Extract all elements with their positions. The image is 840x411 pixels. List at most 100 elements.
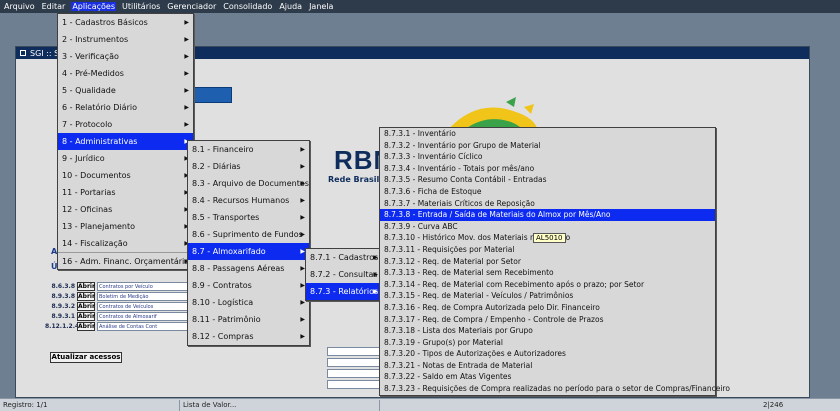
menu-item-label: 8.7 - Almoxarifado — [192, 247, 266, 256]
menu-item-passagens-aereas[interactable]: 8.8 - Passagens Aéreas ▶ — [188, 260, 309, 277]
menu-item-report[interactable]: 8.7.3.15 - Req. de Material - Veículos /… — [380, 290, 715, 302]
menu-item-label: 12 - Oficinas — [62, 205, 113, 214]
menu-item-label: 8.2 - Diárias — [192, 162, 241, 171]
status-bar: Registro: 1/1 Lista de Valor... 2|246 — [0, 398, 840, 411]
submenu-arrow-icon: ▶ — [373, 288, 378, 295]
menu-item-cadastros-basicos[interactable]: 1 - Cadastros Básicos ▶ — [58, 14, 193, 31]
menu-item-report[interactable]: 8.7.3.19 - Grupo(s) por Material — [380, 337, 715, 349]
menu-gerenciador[interactable]: Gerenciador — [166, 2, 217, 11]
menu-item-oficinas[interactable]: 12 - Oficinas▶ — [58, 201, 193, 218]
menu-item-report[interactable]: 8.7.3.17 - Req. de Compra / Empenho - Co… — [380, 314, 715, 326]
menu-item-adm-financ[interactable]: 16 - Adm. Financ. Orçamentária▶ — [58, 252, 193, 269]
menu-item-report[interactable]: 8.7.3.5 - Resumo Conta Contábil - Entrad… — [380, 174, 715, 186]
menu-item-report-selected[interactable]: 8.7.3.8 - Entrada / Saída de Materiais d… — [380, 209, 715, 221]
applications-menu: 1 - Cadastros Básicos ▶ 2 - Instrumentos ▶… — [57, 13, 194, 270]
menu-item-arquivo-documentos[interactable]: 8.3 - Arquivo de Documentos ▶ — [188, 175, 309, 192]
menu-item-label: 11 - Portarias — [62, 188, 116, 197]
menu-item-documentos[interactable]: 10 - Documentos▶ — [58, 167, 193, 184]
menu-item-transportes[interactable]: 8.5 - Transportes ▶ — [188, 209, 309, 226]
open-button[interactable]: Abrir — [77, 291, 95, 301]
submenu-arrow-icon: ▶ — [300, 316, 305, 323]
menu-item-report[interactable]: 8.7.3.22 - Saldo em Atas Vigentes — [380, 371, 715, 383]
menu-item-report[interactable]: 8.7.3.14 - Req. de Material com Recebime… — [380, 279, 715, 291]
menu-ajuda[interactable]: Ajuda — [278, 2, 303, 11]
menu-item-label: 6 - Relatório Diário — [62, 103, 137, 112]
app-icon — [19, 49, 27, 57]
menu-item-report[interactable]: 8.7.3.20 - Tipos de Autorizações e Autor… — [380, 348, 715, 360]
menu-item-administrativas[interactable]: 8 - Administrativas▶ — [58, 133, 193, 150]
menu-item-report[interactable]: 8.7.3.16 - Req. de Compra Autorizada pel… — [380, 302, 715, 314]
open-button[interactable]: Abrir — [77, 321, 95, 331]
menu-item-label: 4 - Pré-Medidos — [62, 69, 124, 78]
menu-item-relatorios[interactable]: 8.7.3 - Relatórios ▶ — [306, 283, 382, 300]
menu-item-report[interactable]: 8.7.3.18 - Lista dos Materiais por Grupo — [380, 325, 715, 337]
menu-item-protocolo[interactable]: 7 - Protocolo ▶ — [58, 116, 193, 133]
menu-item-planejamento[interactable]: 13 - Planejamento▶ — [58, 218, 193, 235]
menu-item-instrumentos[interactable]: 2 - Instrumentos ▶ — [58, 31, 193, 48]
menu-item-report[interactable]: 8.7.3.23 - Requisições de Compra realiza… — [380, 383, 730, 395]
menu-janela[interactable]: Janela — [308, 2, 334, 11]
menu-item-report[interactable]: 8.7.3.7 - Materiais Críticos de Reposiçã… — [380, 198, 715, 210]
menu-item-label: 8.7.1 - Cadastros — [310, 253, 379, 262]
menu-item-portarias[interactable]: 11 - Portarias▶ — [58, 184, 193, 201]
menu-item-report[interactable]: 8.7.3.12 - Req. de Material por Setor — [380, 256, 715, 268]
menu-item-compras[interactable]: 8.12 - Compras ▶ — [188, 328, 309, 345]
open-button[interactable]: Abrir — [77, 311, 95, 321]
menu-item-patrimonio[interactable]: 8.11 - Patrimônio ▶ — [188, 311, 309, 328]
menu-item-report[interactable]: 8.7.3.4 - Inventário - Totais por mês/an… — [380, 163, 715, 175]
access-description: Análise de Contas Cont — [97, 321, 189, 331]
menu-item-verificacao[interactable]: 3 - Verificação ▶ — [58, 48, 193, 65]
menu-item-report[interactable]: 8.7.3.21 - Notas de Entrada de Material — [380, 360, 715, 372]
menu-item-report[interactable]: 8.7.3.2 - Inventário por Grupo de Materi… — [380, 140, 715, 152]
menu-item-report[interactable]: 8.7.3.11 - Requisições por Material — [380, 244, 715, 256]
relatorios-submenu: 8.7.3.1 - Inventário 8.7.3.2 - Inventári… — [379, 127, 730, 396]
submenu-arrow-icon: ▶ — [373, 271, 378, 278]
menu-item-contratos[interactable]: 8.9 - Contratos ▶ — [188, 277, 309, 294]
update-accesses-button[interactable]: Atualizar acessos — [50, 352, 122, 363]
open-button[interactable]: Abrir — [77, 281, 95, 291]
menu-arquivo[interactable]: Arquivo — [3, 2, 36, 11]
menu-item-report[interactable]: 8.7.3.3 - Inventário Cíclico — [380, 151, 715, 163]
menu-item-cadastros[interactable]: 8.7.1 - Cadastros ▶ — [306, 249, 382, 266]
access-code: 8.9.3.8 — [51, 292, 75, 300]
menu-item-recursos-humanos[interactable]: 8.4 - Recursos Humanos ▶ — [188, 192, 309, 209]
menu-item-almoxarifado[interactable]: 8.7 - Almoxarifado ▶ — [188, 243, 309, 260]
menu-item-label: 8.12 - Compras — [192, 332, 254, 341]
menu-item-label: 16 - Adm. Financ. Orçamentária — [62, 257, 190, 266]
menu-utilitarios[interactable]: Utilitários — [121, 2, 161, 11]
menu-item-pre-medidos[interactable]: 4 - Pré-Medidos ▶ — [58, 65, 193, 82]
almoxarifado-submenu: 8.7.1 - Cadastros ▶ 8.7.2 - Consultas ▶ 8.… — [305, 248, 383, 301]
menu-item-label: 14 - Fiscalização — [62, 239, 128, 248]
status-blank — [380, 400, 760, 411]
menu-editar[interactable]: Editar — [41, 2, 67, 11]
menu-item-label: 2 - Instrumentos — [62, 35, 129, 44]
menu-item-suprimento-fundos[interactable]: 8.6 - Suprimento de Fundos ▶ — [188, 226, 309, 243]
menu-item-report[interactable]: 8.7.3.6 - Ficha de Estoque — [380, 186, 715, 198]
access-description: Contratos de Veículos — [97, 301, 189, 311]
menu-item-consultas[interactable]: 8.7.2 - Consultas ▶ — [306, 266, 382, 283]
menu-item-qualidade[interactable]: 5 - Qualidade ▶ — [58, 82, 193, 99]
menu-item-financeiro[interactable]: 8.1 - Financeiro ▶ — [188, 141, 309, 158]
menu-item-logistica[interactable]: 8.10 - Logística ▶ — [188, 294, 309, 311]
menu-item-report[interactable]: 8.7.3.9 - Curva ABC — [380, 221, 715, 233]
submenu-arrow-icon: ▶ — [184, 19, 189, 26]
menu-item-diarias[interactable]: 8.2 - Diárias ▶ — [188, 158, 309, 175]
menu-item-label: 3 - Verificação — [62, 52, 119, 61]
submenu-arrow-icon: ▶ — [184, 53, 189, 60]
menu-item-label: 8.10 - Logística — [192, 298, 254, 307]
menu-item-fiscalizacao[interactable]: 14 - Fiscalização▶ — [58, 235, 193, 252]
menu-aplicacoes[interactable]: Aplicações — [71, 2, 116, 11]
header-button[interactable] — [188, 87, 232, 103]
menu-item-relatorio-diario[interactable]: 6 - Relatório Diário ▶ — [58, 99, 193, 116]
open-button[interactable]: Abrir — [77, 301, 95, 311]
menu-item-report[interactable]: 8.7.3.13 - Req. de Material sem Recebime… — [380, 267, 715, 279]
submenu-arrow-icon: ▶ — [184, 87, 189, 94]
menu-item-juridico[interactable]: 9 - Jurídico▶ — [58, 150, 193, 167]
submenu-arrow-icon: ▶ — [184, 121, 189, 128]
record-counter: Registro: 1/1 — [0, 399, 180, 411]
menu-item-report[interactable]: 8.7.3.1 - Inventário — [380, 128, 715, 140]
submenu-arrow-icon: ▶ — [300, 197, 305, 204]
menu-item-label: 8.8 - Passagens Aéreas — [192, 264, 285, 273]
submenu-arrow-icon: ▶ — [300, 231, 305, 238]
menu-consolidado[interactable]: Consolidado — [222, 2, 273, 11]
